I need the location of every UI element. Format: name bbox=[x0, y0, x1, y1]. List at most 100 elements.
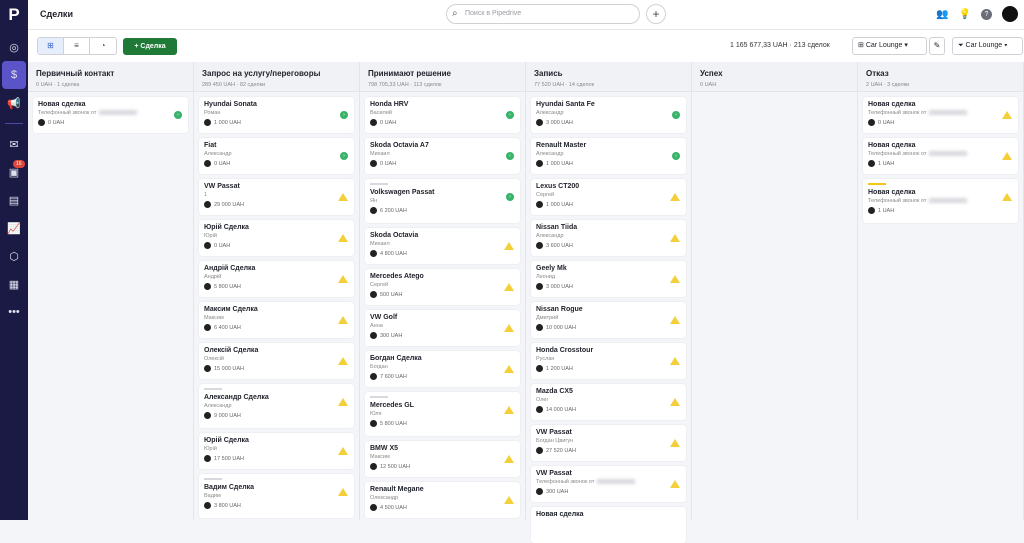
invite-users-icon[interactable]: 👥 bbox=[936, 9, 948, 20]
deal-card[interactable]: Новая сделка Телефонный звонок от 0 UAH › bbox=[33, 97, 188, 133]
no-activity-warning-icon[interactable] bbox=[1002, 111, 1012, 119]
deal-card[interactable]: Mercedes GL Юля 5 800 UAH bbox=[365, 392, 520, 436]
deal-card[interactable]: Skoda Octavia A7 Михаил 0 UAH › bbox=[365, 138, 520, 174]
no-activity-warning-icon[interactable] bbox=[670, 316, 680, 324]
deal-card[interactable]: Nissan Rogue Дмитрий 10 000 UAH bbox=[531, 302, 686, 338]
insights-icon[interactable]: 📈 bbox=[0, 214, 28, 242]
forecast-view-button[interactable]: ◔ bbox=[90, 38, 116, 54]
campaigns-icon[interactable]: 📢 bbox=[0, 89, 28, 117]
pipeline-view-button[interactable]: ⊞ bbox=[38, 38, 64, 54]
no-activity-warning-icon[interactable] bbox=[504, 283, 514, 291]
deal-card[interactable]: Новая сделка bbox=[531, 507, 686, 543]
activity-scheduled-icon[interactable]: › bbox=[506, 152, 514, 160]
label-stripe bbox=[204, 478, 222, 480]
no-activity-warning-icon[interactable] bbox=[504, 324, 514, 332]
tips-icon[interactable]: 💡 bbox=[959, 9, 971, 20]
no-activity-warning-icon[interactable] bbox=[338, 357, 348, 365]
more-icon[interactable]: ••• bbox=[0, 298, 28, 326]
quick-add-button[interactable]: + bbox=[646, 4, 666, 24]
no-activity-warning-icon[interactable] bbox=[338, 275, 348, 283]
activity-scheduled-icon[interactable]: › bbox=[340, 111, 348, 119]
deal-card[interactable]: BMW X5 Максим 12 500 UAH bbox=[365, 441, 520, 477]
deal-card[interactable]: VW Golf Анна 300 UAH bbox=[365, 310, 520, 346]
deal-card[interactable]: Geely Mk Леонид 3 000 UAH bbox=[531, 261, 686, 297]
filter-select[interactable]: ⏷ Car Lounge ▾ bbox=[952, 37, 1023, 55]
no-activity-warning-icon[interactable] bbox=[338, 398, 348, 406]
no-activity-warning-icon[interactable] bbox=[504, 365, 514, 373]
deal-card[interactable]: Олексій Сделка Олексій 15 000 UAH bbox=[199, 343, 354, 379]
search-input[interactable]: ⌕ Поиск в Pipedrive bbox=[446, 4, 640, 24]
no-activity-warning-icon[interactable] bbox=[670, 275, 680, 283]
pipeline-select[interactable]: ⊞ Car Lounge ▾ bbox=[852, 37, 927, 55]
deal-contact: Олег bbox=[536, 397, 549, 403]
deal-card[interactable]: VW Passat 1 29 000 UAH bbox=[199, 179, 354, 215]
deal-card[interactable]: Volkswagen Passat Ян 6 200 UAH › bbox=[365, 179, 520, 223]
deal-card[interactable]: Вадим Сделка Вадим 3 800 UAH bbox=[199, 474, 354, 518]
products-icon[interactable]: ⬡ bbox=[0, 242, 28, 270]
no-activity-warning-icon[interactable] bbox=[504, 496, 514, 504]
pipedrive-logo[interactable]: P bbox=[8, 5, 19, 33]
no-activity-warning-icon[interactable] bbox=[670, 398, 680, 406]
no-activity-warning-icon[interactable] bbox=[670, 480, 680, 488]
no-activity-warning-icon[interactable] bbox=[504, 455, 514, 463]
activity-scheduled-icon[interactable]: › bbox=[340, 152, 348, 160]
user-avatar[interactable] bbox=[1002, 6, 1018, 22]
deal-card[interactable]: Renault Megane Олександр 4 500 UAH bbox=[365, 482, 520, 518]
no-activity-warning-icon[interactable] bbox=[670, 357, 680, 365]
mail-icon[interactable]: ✉ bbox=[0, 130, 28, 158]
deal-card[interactable]: Renault Master Александр 1 000 UAH › bbox=[531, 138, 686, 174]
deal-card[interactable]: VW Passat Телефонный звонок от 300 UAH bbox=[531, 466, 686, 502]
activity-scheduled-icon[interactable]: › bbox=[506, 193, 514, 201]
no-activity-warning-icon[interactable] bbox=[670, 193, 680, 201]
deal-card[interactable]: Mazda CX5 Олег 14 000 UAH bbox=[531, 384, 686, 420]
no-activity-warning-icon[interactable] bbox=[1002, 193, 1012, 201]
no-activity-warning-icon[interactable] bbox=[1002, 152, 1012, 160]
deal-card[interactable]: Hyundai Sonata Роман 1 000 UAH › bbox=[199, 97, 354, 133]
no-activity-warning-icon[interactable] bbox=[338, 488, 348, 496]
contacts-icon[interactable]: ▤ bbox=[0, 186, 28, 214]
deal-card[interactable]: Юрій Сделка Юрій 17 500 UAH bbox=[199, 433, 354, 469]
deal-card[interactable]: Hyundai Santa Fe Александр 3 000 UAH › bbox=[531, 97, 686, 133]
no-activity-warning-icon[interactable] bbox=[338, 193, 348, 201]
add-deal-button[interactable]: + Сделка bbox=[123, 38, 177, 55]
deal-card[interactable]: Новая сделка Телефонный звонок от 0 UAH bbox=[863, 97, 1018, 133]
list-view-button[interactable]: ≡ bbox=[64, 38, 90, 54]
activity-scheduled-icon[interactable]: › bbox=[506, 111, 514, 119]
deal-card[interactable]: Богдан Сделка Богдан 7 600 UAH bbox=[365, 351, 520, 387]
activity-scheduled-icon[interactable]: › bbox=[672, 152, 680, 160]
no-activity-warning-icon[interactable] bbox=[338, 316, 348, 324]
deal-card[interactable]: Юрій Сделка Юрій 0 UAH bbox=[199, 220, 354, 256]
no-activity-warning-icon[interactable] bbox=[504, 242, 514, 250]
no-activity-warning-icon[interactable] bbox=[338, 234, 348, 242]
deal-card[interactable]: Honda Crosstour Руслан 1 200 UAH bbox=[531, 343, 686, 379]
deal-card[interactable]: Mercedes Atego Сергей 500 UAH bbox=[365, 269, 520, 305]
no-activity-warning-icon[interactable] bbox=[670, 234, 680, 242]
marketplace-icon[interactable]: ▦ bbox=[0, 270, 28, 298]
deal-card[interactable]: Lexus CT200 Сергей 1 000 UAH bbox=[531, 179, 686, 215]
deal-value: 17 500 UAH bbox=[214, 455, 244, 462]
help-icon[interactable]: ? bbox=[981, 8, 992, 20]
deal-value: 3 800 UAH bbox=[214, 502, 241, 509]
deal-card[interactable]: Новая сделка Телефонный звонок от 1 UAH bbox=[863, 179, 1018, 223]
activities-icon[interactable]: ▣ 16 bbox=[0, 158, 28, 186]
deal-card[interactable]: Александр Сделка Александр 9 000 UAH bbox=[199, 384, 354, 428]
no-activity-warning-icon[interactable] bbox=[338, 447, 348, 455]
activity-scheduled-icon[interactable]: › bbox=[672, 111, 680, 119]
activity-scheduled-icon[interactable]: › bbox=[174, 111, 182, 119]
edit-pipeline-button[interactable]: ✎ bbox=[929, 37, 945, 55]
deal-card[interactable]: Fiat Александр 0 UAH › bbox=[199, 138, 354, 174]
deal-card[interactable]: Максим Сделка Максим 6 400 UAH bbox=[199, 302, 354, 338]
no-activity-warning-icon[interactable] bbox=[504, 406, 514, 414]
deal-card[interactable]: Skoda Octavia Михаил 4 800 UAH bbox=[365, 228, 520, 264]
leads-icon[interactable]: ◎ bbox=[0, 33, 28, 61]
deal-card[interactable]: Honda HRV Василий 0 UAH › bbox=[365, 97, 520, 133]
deal-card[interactable]: Новая сделка Телефонный звонок от 1 UAH bbox=[863, 138, 1018, 174]
deal-title: Новая сделка bbox=[38, 101, 86, 108]
no-activity-warning-icon[interactable] bbox=[670, 439, 680, 447]
deal-card[interactable]: Андрій Сделка Андрій 5 800 UAH bbox=[199, 261, 354, 297]
deal-card[interactable]: VW Passat Богдан Цвигун 27 520 UAH bbox=[531, 425, 686, 461]
deals-icon[interactable]: $ bbox=[2, 61, 26, 89]
deal-card[interactable]: Nissan Tiida Александр 3 600 UAH bbox=[531, 220, 686, 256]
owner-avatar bbox=[204, 283, 211, 290]
owner-avatar bbox=[370, 207, 377, 214]
